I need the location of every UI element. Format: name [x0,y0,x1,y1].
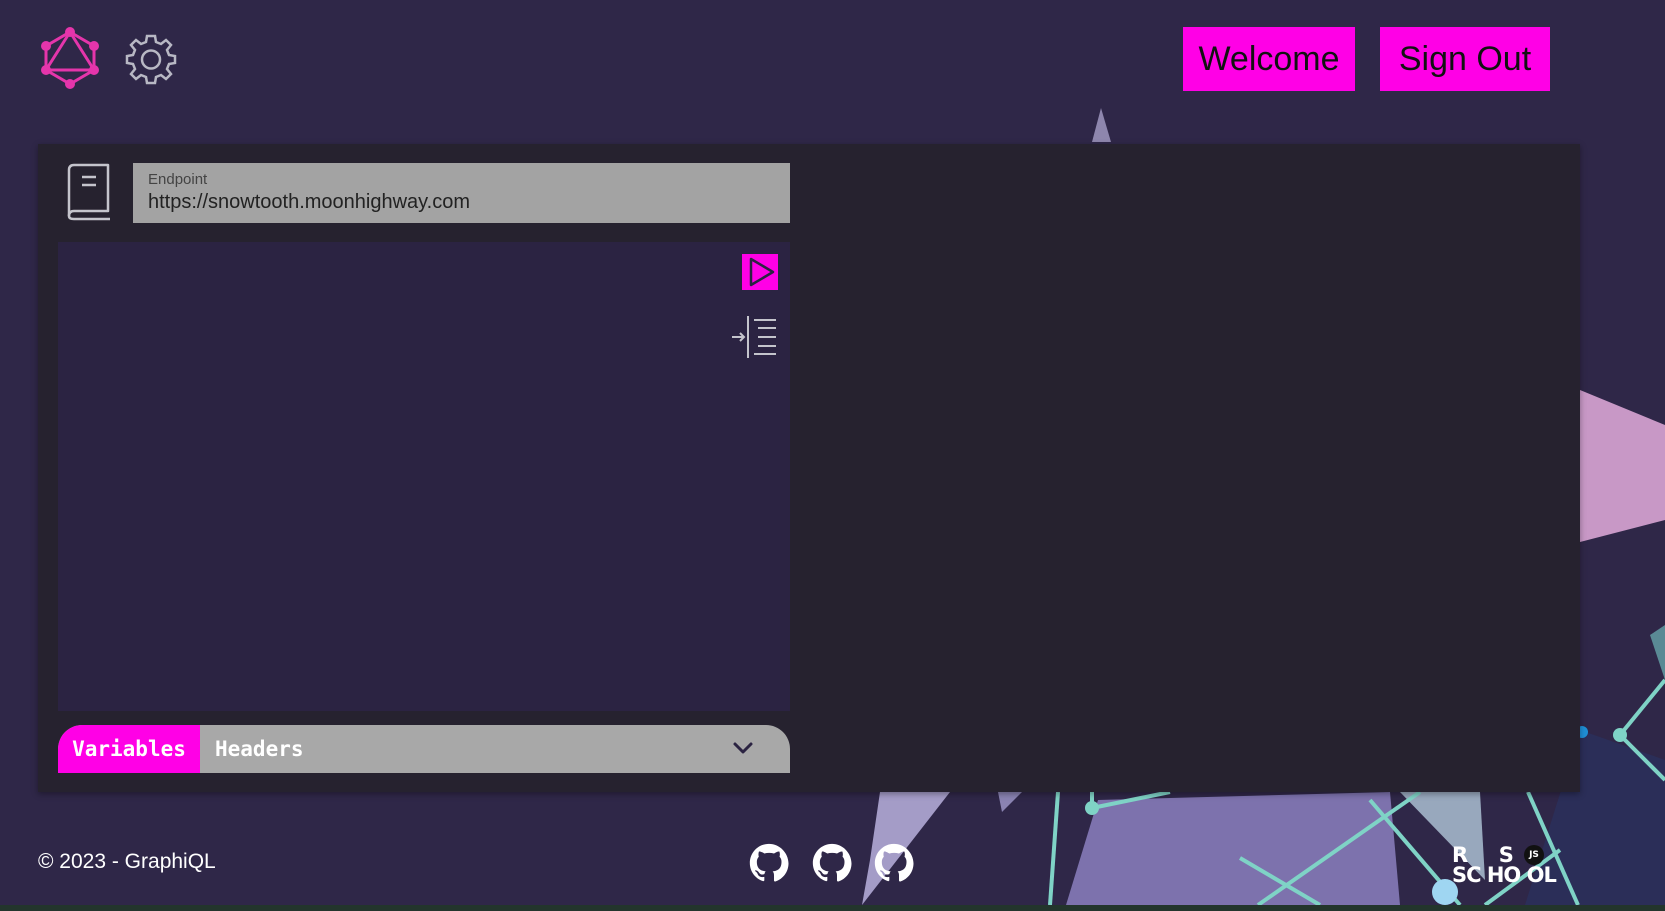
endpoint-label: Endpoint [148,171,208,188]
bottom-strip [0,905,1665,911]
chevron-down-icon[interactable] [730,735,756,761]
book-icon[interactable] [66,163,112,221]
welcome-button[interactable]: Welcome [1183,27,1355,91]
school-logo-bottom: SC HO OL [1452,863,1557,887]
rs-school-logo[interactable]: R S SC HO OL JS [1452,843,1557,887]
endpoint-input[interactable] [148,191,768,214]
school-logo-top: R S [1452,843,1514,867]
github-icon[interactable] [874,843,914,883]
query-editor-textarea[interactable] [58,242,758,711]
query-editor[interactable] [58,242,790,711]
gear-icon[interactable] [124,32,178,86]
github-icon[interactable] [749,843,789,883]
js-badge: JS [1524,845,1544,865]
sign-out-button[interactable]: Sign Out [1380,27,1550,91]
editor-tools-bar: Variables Headers [58,725,790,773]
github-icon[interactable] [812,843,852,883]
tab-variables[interactable]: Variables [58,725,200,773]
run-query-button[interactable] [742,254,778,290]
play-icon [749,257,775,287]
graphql-logo-icon[interactable] [40,26,100,90]
prettify-icon[interactable] [730,314,778,360]
endpoint-field[interactable]: Endpoint [133,163,790,223]
tab-headers[interactable]: Headers [215,725,304,773]
copyright-text: © 2023 - GraphiQL [38,850,216,873]
